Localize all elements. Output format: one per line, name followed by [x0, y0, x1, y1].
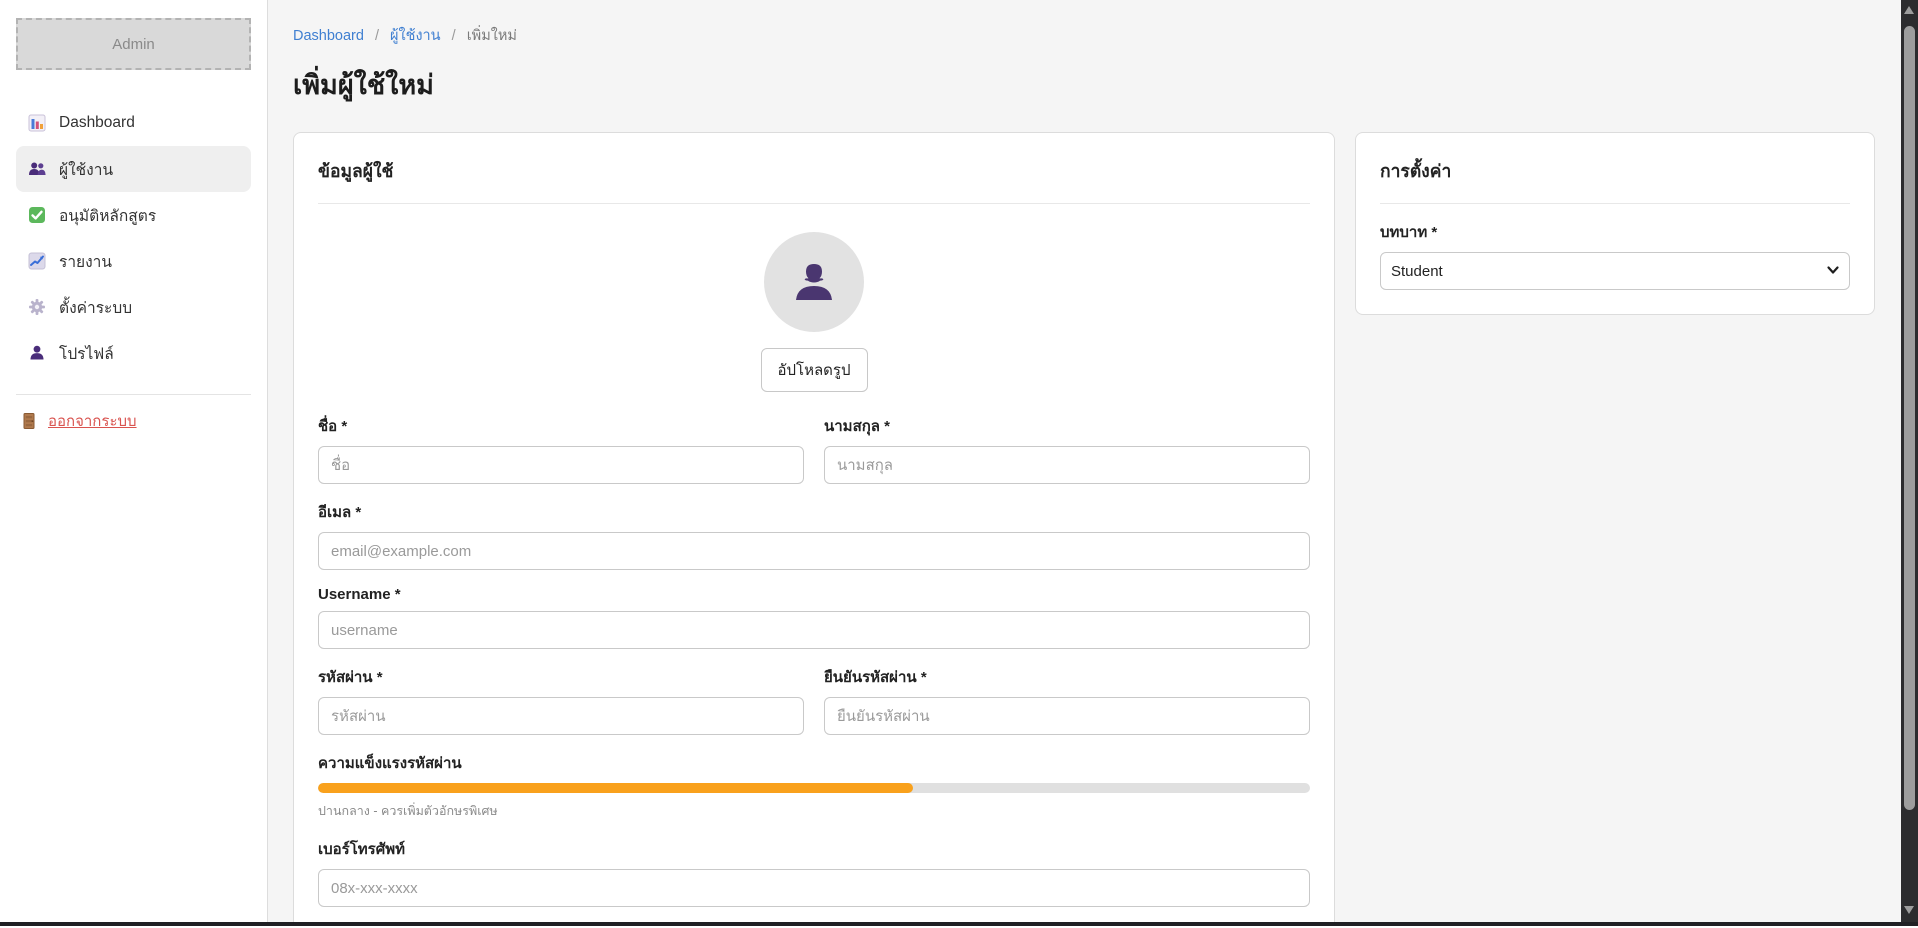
- sidebar-divider: [16, 394, 251, 395]
- card-divider: [318, 203, 1310, 204]
- first-name-label: ชื่อ *: [318, 414, 804, 438]
- sidebar-item-label: Dashboard: [59, 114, 135, 132]
- user-info-card: ข้อมูลผู้ใช้ อัปโหลดรูป ช: [293, 132, 1335, 922]
- sidebar-item-dashboard[interactable]: Dashboard: [16, 100, 251, 146]
- user-info-card-title: ข้อมูลผู้ใช้: [318, 157, 1310, 185]
- sidebar-item-course-approval[interactable]: อนุมัติหลักสูตร: [16, 192, 251, 238]
- sidebar-item-profile[interactable]: โปรไฟล์: [16, 330, 251, 376]
- breadcrumb: Dashboard / ผู้ใช้งาน / เพิ่มใหม่: [293, 24, 1901, 47]
- sidebar-item-label: ตั้งค่าระบบ: [59, 295, 132, 320]
- check-icon: [28, 206, 46, 224]
- sidebar: Admin Dashboard: [0, 0, 268, 922]
- password-label: รหัสผ่าน *: [318, 665, 804, 689]
- breadcrumb-users-link[interactable]: ผู้ใช้งาน: [390, 28, 441, 44]
- window-bottom-edge: [0, 922, 1918, 928]
- last-name-input[interactable]: [824, 446, 1310, 484]
- settings-card: การตั้งค่า บทบาท * Student: [1355, 132, 1875, 315]
- sidebar-item-users[interactable]: ผู้ใช้งาน: [16, 146, 251, 192]
- phone-input[interactable]: [318, 869, 1310, 907]
- scroll-up-arrow-icon[interactable]: [1904, 6, 1914, 14]
- first-name-input[interactable]: [318, 446, 804, 484]
- email-input[interactable]: [318, 532, 1310, 570]
- avatar: [764, 232, 864, 332]
- role-select[interactable]: Student: [1380, 252, 1850, 290]
- person-icon: [28, 344, 46, 362]
- first-name-field-group: ชื่อ *: [318, 398, 804, 484]
- card-divider: [1380, 203, 1850, 204]
- users-icon: [28, 160, 46, 178]
- sidebar-item-reports[interactable]: รายงาน: [16, 238, 251, 284]
- scroll-down-arrow-icon[interactable]: [1904, 906, 1914, 914]
- logo-placeholder: Admin: [16, 18, 251, 70]
- scrollbar-thumb[interactable]: [1904, 26, 1915, 810]
- sidebar-item-system-settings[interactable]: ตั้งค่าระบบ: [16, 284, 251, 330]
- gear-icon: [28, 298, 46, 316]
- sidebar-item-label: ผู้ใช้งาน: [59, 157, 113, 182]
- role-label: บทบาท *: [1380, 220, 1850, 244]
- password-field-group: รหัสผ่าน *: [318, 649, 804, 735]
- username-label: Username *: [318, 586, 1310, 603]
- logout-link[interactable]: ออกจากระบบ: [20, 409, 251, 433]
- page-title: เพิ่มผู้ใช้ใหม่: [293, 63, 1901, 106]
- vertical-scrollbar[interactable]: [1901, 0, 1918, 922]
- logout-label: ออกจากระบบ: [48, 409, 137, 433]
- sidebar-nav: Dashboard ผู้ใช้งาน: [0, 100, 267, 433]
- line-chart-icon: [28, 252, 46, 270]
- window-bottom-edge-dark: [0, 922, 1918, 926]
- password-strength-hint: ปานกลาง - ควรเพิ่มตัวอักษรพิเศษ: [318, 801, 1310, 821]
- password-input[interactable]: [318, 697, 804, 735]
- sidebar-item-label: โปรไฟล์: [59, 341, 114, 366]
- main-content: Dashboard / ผู้ใช้งาน / เพิ่มใหม่ เพิ่มผ…: [268, 0, 1901, 922]
- app-window: Admin Dashboard: [0, 0, 1918, 928]
- person-silhouette-icon: [790, 258, 838, 306]
- email-label: อีเมล *: [318, 500, 1310, 524]
- password-strength-label: ความแข็งแรงรหัสผ่าน: [318, 751, 1310, 775]
- password-strength-fill: [318, 783, 913, 793]
- bar-chart-icon: [28, 114, 46, 132]
- settings-card-title: การตั้งค่า: [1380, 157, 1850, 185]
- password-strength-bar: [318, 783, 1310, 793]
- breadcrumb-separator: /: [452, 28, 456, 44]
- sidebar-item-label: รายงาน: [59, 249, 112, 274]
- last-name-field-group: นามสกุล *: [824, 398, 1310, 484]
- breadcrumb-current: เพิ่มใหม่: [467, 28, 517, 44]
- confirm-password-input[interactable]: [824, 697, 1310, 735]
- upload-photo-button[interactable]: อัปโหลดรูป: [761, 348, 868, 392]
- phone-label: เบอร์โทรศัพท์: [318, 837, 1310, 861]
- breadcrumb-separator: /: [375, 28, 379, 44]
- confirm-password-label: ยืนยันรหัสผ่าน *: [824, 665, 1310, 689]
- last-name-label: นามสกุล *: [824, 414, 1310, 438]
- door-icon: [20, 412, 38, 430]
- logo-text: Admin: [112, 36, 155, 53]
- sidebar-item-label: อนุมัติหลักสูตร: [59, 203, 156, 228]
- username-input[interactable]: [318, 611, 1310, 649]
- confirm-password-field-group: ยืนยันรหัสผ่าน *: [824, 649, 1310, 735]
- breadcrumb-dashboard-link[interactable]: Dashboard: [293, 28, 364, 44]
